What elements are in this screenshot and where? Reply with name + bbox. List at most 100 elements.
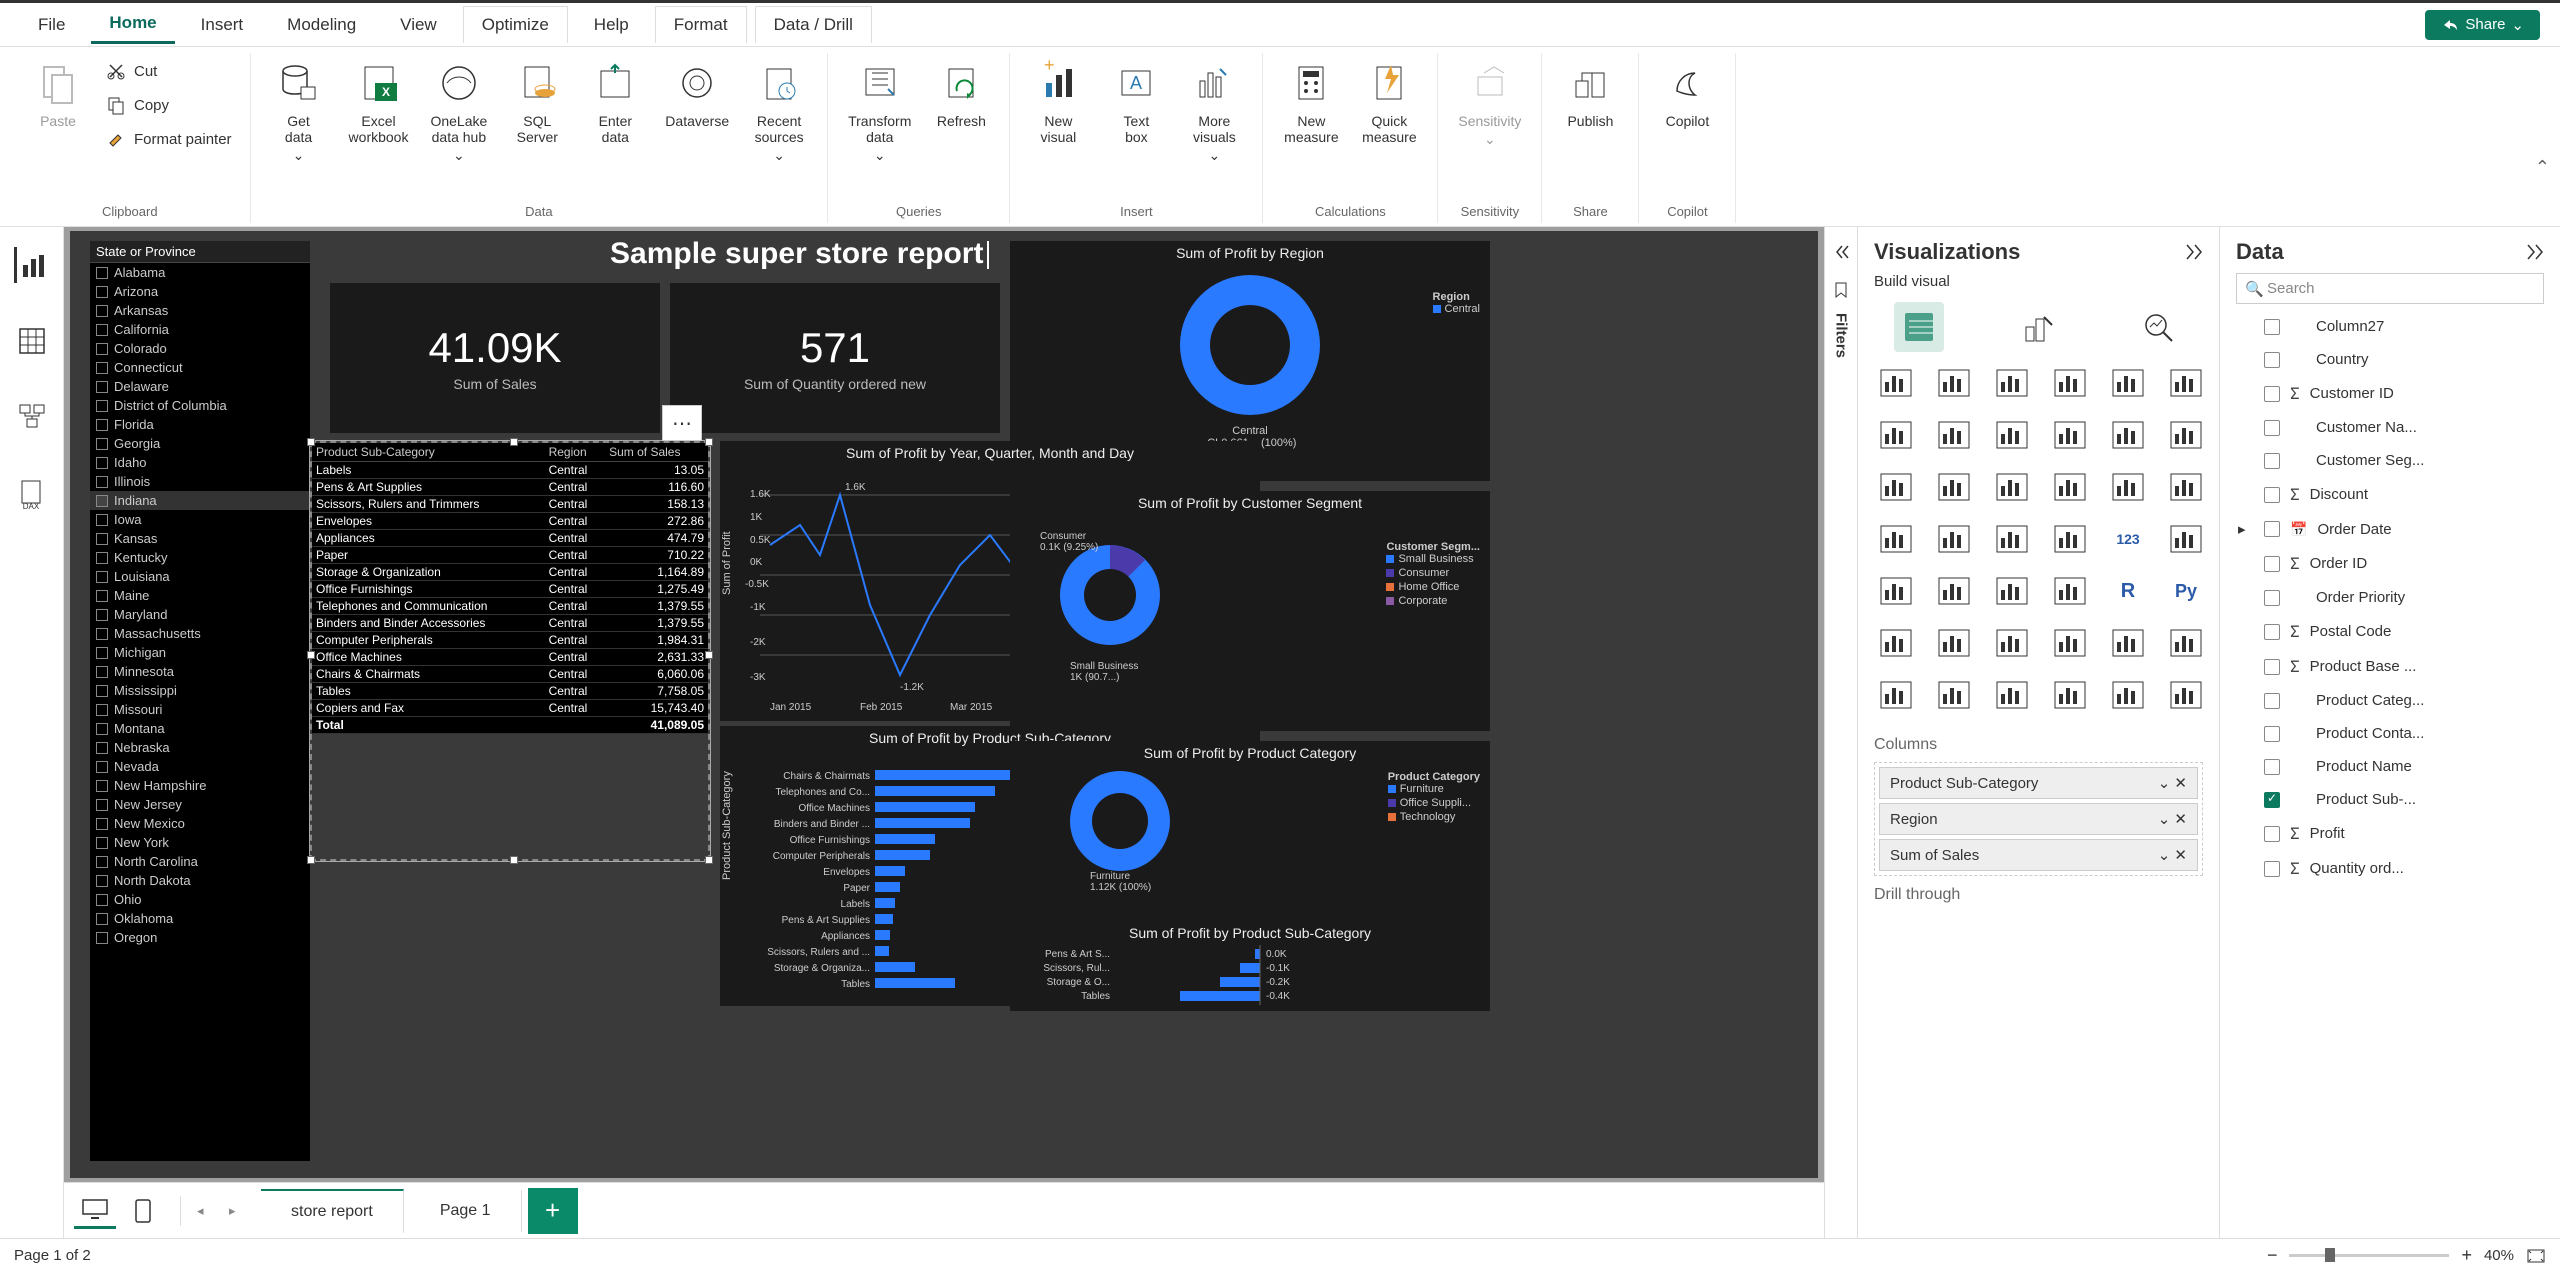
slicer-item[interactable]: Kentucky [90,548,310,567]
report-canvas[interactable]: Sample super store report State or Provi… [70,231,1818,1178]
field-row[interactable]: Country [2236,347,2544,372]
sql-button[interactable]: SQL Server [501,53,573,183]
viz-type-icon[interactable] [2164,468,2208,506]
field-row[interactable]: ΣProduct Base ... [2236,653,2544,680]
viz-type-icon[interactable] [1874,676,1918,714]
slicer-item[interactable]: Maine [90,586,310,605]
field-row[interactable]: ΣCustomer ID [2236,380,2544,407]
more-visuals-button[interactable]: More visuals⌄ [1178,53,1250,183]
viz-type-icon[interactable] [1932,416,1976,454]
viz-type-icon[interactable] [2164,416,2208,454]
field-pill[interactable]: Region⌄ ✕ [1879,803,2198,835]
field-row[interactable]: ΣQuantity ord... [2236,855,2544,882]
enter-data-button[interactable]: Enter data [579,53,651,183]
slicer-item[interactable]: Arkansas [90,301,310,320]
viz-type-icon[interactable] [2048,572,2092,610]
slicer-item[interactable]: Colorado [90,339,310,358]
viz-type-icon[interactable] [1874,624,1918,662]
slicer-item[interactable]: Indiana [90,491,310,510]
bookmark-icon[interactable] [1832,281,1850,299]
build-tab[interactable] [1894,302,1944,352]
share-button[interactable]: Share ⌄ [2425,10,2540,40]
field-row[interactable]: Column27 [2236,314,2544,339]
get-data-button[interactable]: Get data⌄ [263,53,335,183]
field-pill[interactable]: Product Sub-Category⌄ ✕ [1879,767,2198,799]
slicer-item[interactable]: New York [90,833,310,852]
viz-type-icon[interactable] [2164,364,2208,402]
field-pill[interactable]: Sum of Sales⌄ ✕ [1879,839,2198,871]
menu-optimize[interactable]: Optimize [463,6,568,43]
donut-segment[interactable]: Sum of Profit by Customer Segment Consum… [1010,491,1490,731]
slicer-item[interactable]: New Hampshire [90,776,310,795]
viz-type-icon[interactable] [2048,364,2092,402]
viz-type-icon[interactable] [1874,468,1918,506]
collapse-right-icon[interactable] [2524,242,2544,262]
slicer-item[interactable]: Alabama [90,263,310,282]
tab-page-1[interactable]: Page 1 [410,1190,522,1232]
report-view-icon[interactable] [14,247,50,283]
viz-type-icon[interactable] [1932,364,1976,402]
menu-file[interactable]: File [20,7,83,43]
expand-left-icon[interactable] [1832,243,1850,261]
viz-type-icon[interactable] [1990,572,2034,610]
viz-type-icon[interactable] [2048,520,2092,558]
viz-type-icon[interactable]: Py [2164,572,2208,610]
field-row[interactable]: ▸📅Order Date [2236,516,2544,542]
viz-type-icon[interactable] [1932,468,1976,506]
viz-type-icon[interactable] [2164,520,2208,558]
sensitivity-button[interactable]: Sensitivity⌄ [1450,53,1529,183]
viz-type-icon[interactable] [2106,624,2150,662]
slicer-item[interactable]: New Jersey [90,795,310,814]
slicer-item[interactable]: Oregon [90,928,310,947]
viz-type-icon[interactable] [1990,624,2034,662]
field-row[interactable]: Product Conta... [2236,721,2544,746]
copilot-button[interactable]: Copilot [1651,53,1723,183]
field-row[interactable]: Product Sub-... [2236,787,2544,812]
viz-type-icon[interactable] [1932,676,1976,714]
viz-type-icon[interactable] [1874,416,1918,454]
viz-type-icon[interactable] [2048,624,2092,662]
field-row[interactable]: ΣOrder ID [2236,550,2544,577]
field-row[interactable]: Order Priority [2236,585,2544,610]
viz-type-icon[interactable] [1990,676,2034,714]
slicer-item[interactable]: North Carolina [90,852,310,871]
slicer-item[interactable]: Maryland [90,605,310,624]
menu-format[interactable]: Format [655,6,747,43]
slicer-item[interactable]: Georgia [90,434,310,453]
menu-data-drill[interactable]: Data / Drill [755,6,872,43]
viz-type-icon[interactable] [2048,468,2092,506]
slicer-item[interactable]: Louisiana [90,567,310,586]
collapse-right-icon[interactable] [2183,242,2203,262]
slicer-item[interactable]: California [90,320,310,339]
transform-button[interactable]: Transform data⌄ [840,53,919,183]
tab-store-report[interactable]: store report [261,1189,404,1233]
viz-type-icon[interactable] [1874,364,1918,402]
excel-button[interactable]: XExcel workbook [341,53,417,183]
analytics-tab[interactable] [2133,302,2183,352]
copy-button[interactable]: Copy [100,91,238,119]
quick-measure-button[interactable]: Quick measure [1353,53,1425,183]
zoom-slider[interactable] [2289,1254,2449,1257]
donut-category[interactable]: Sum of Profit by Product Category Furnit… [1010,741,1490,921]
viz-type-icon[interactable] [1932,572,1976,610]
slicer-item[interactable]: North Dakota [90,871,310,890]
slicer-item[interactable]: Iowa [90,510,310,529]
field-row[interactable]: Product Name [2236,754,2544,779]
model-view-icon[interactable] [14,399,50,435]
viz-type-icon[interactable] [1990,520,2034,558]
viz-type-icon[interactable] [1990,364,2034,402]
dataverse-button[interactable]: Dataverse [657,53,737,183]
slicer-item[interactable]: Connecticut [90,358,310,377]
columns-well[interactable]: Product Sub-Category⌄ ✕ Region⌄ ✕ Sum of… [1874,762,2203,876]
new-visual-button[interactable]: +New visual [1022,53,1094,183]
viz-type-icon[interactable]: 123 [2106,520,2150,558]
slicer-item[interactable]: District of Columbia [90,396,310,415]
tab-next-icon[interactable]: ▸ [229,1203,255,1219]
slicer-item[interactable]: Delaware [90,377,310,396]
viz-type-icon[interactable] [1932,520,1976,558]
card-sum-sales[interactable]: 41.09K Sum of Sales [330,283,660,433]
tab-prev-icon[interactable]: ◂ [197,1203,223,1219]
visual-more-menu[interactable]: ⋯ [662,405,702,441]
slicer-item[interactable]: Florida [90,415,310,434]
format-painter-button[interactable]: Format painter [100,125,238,153]
